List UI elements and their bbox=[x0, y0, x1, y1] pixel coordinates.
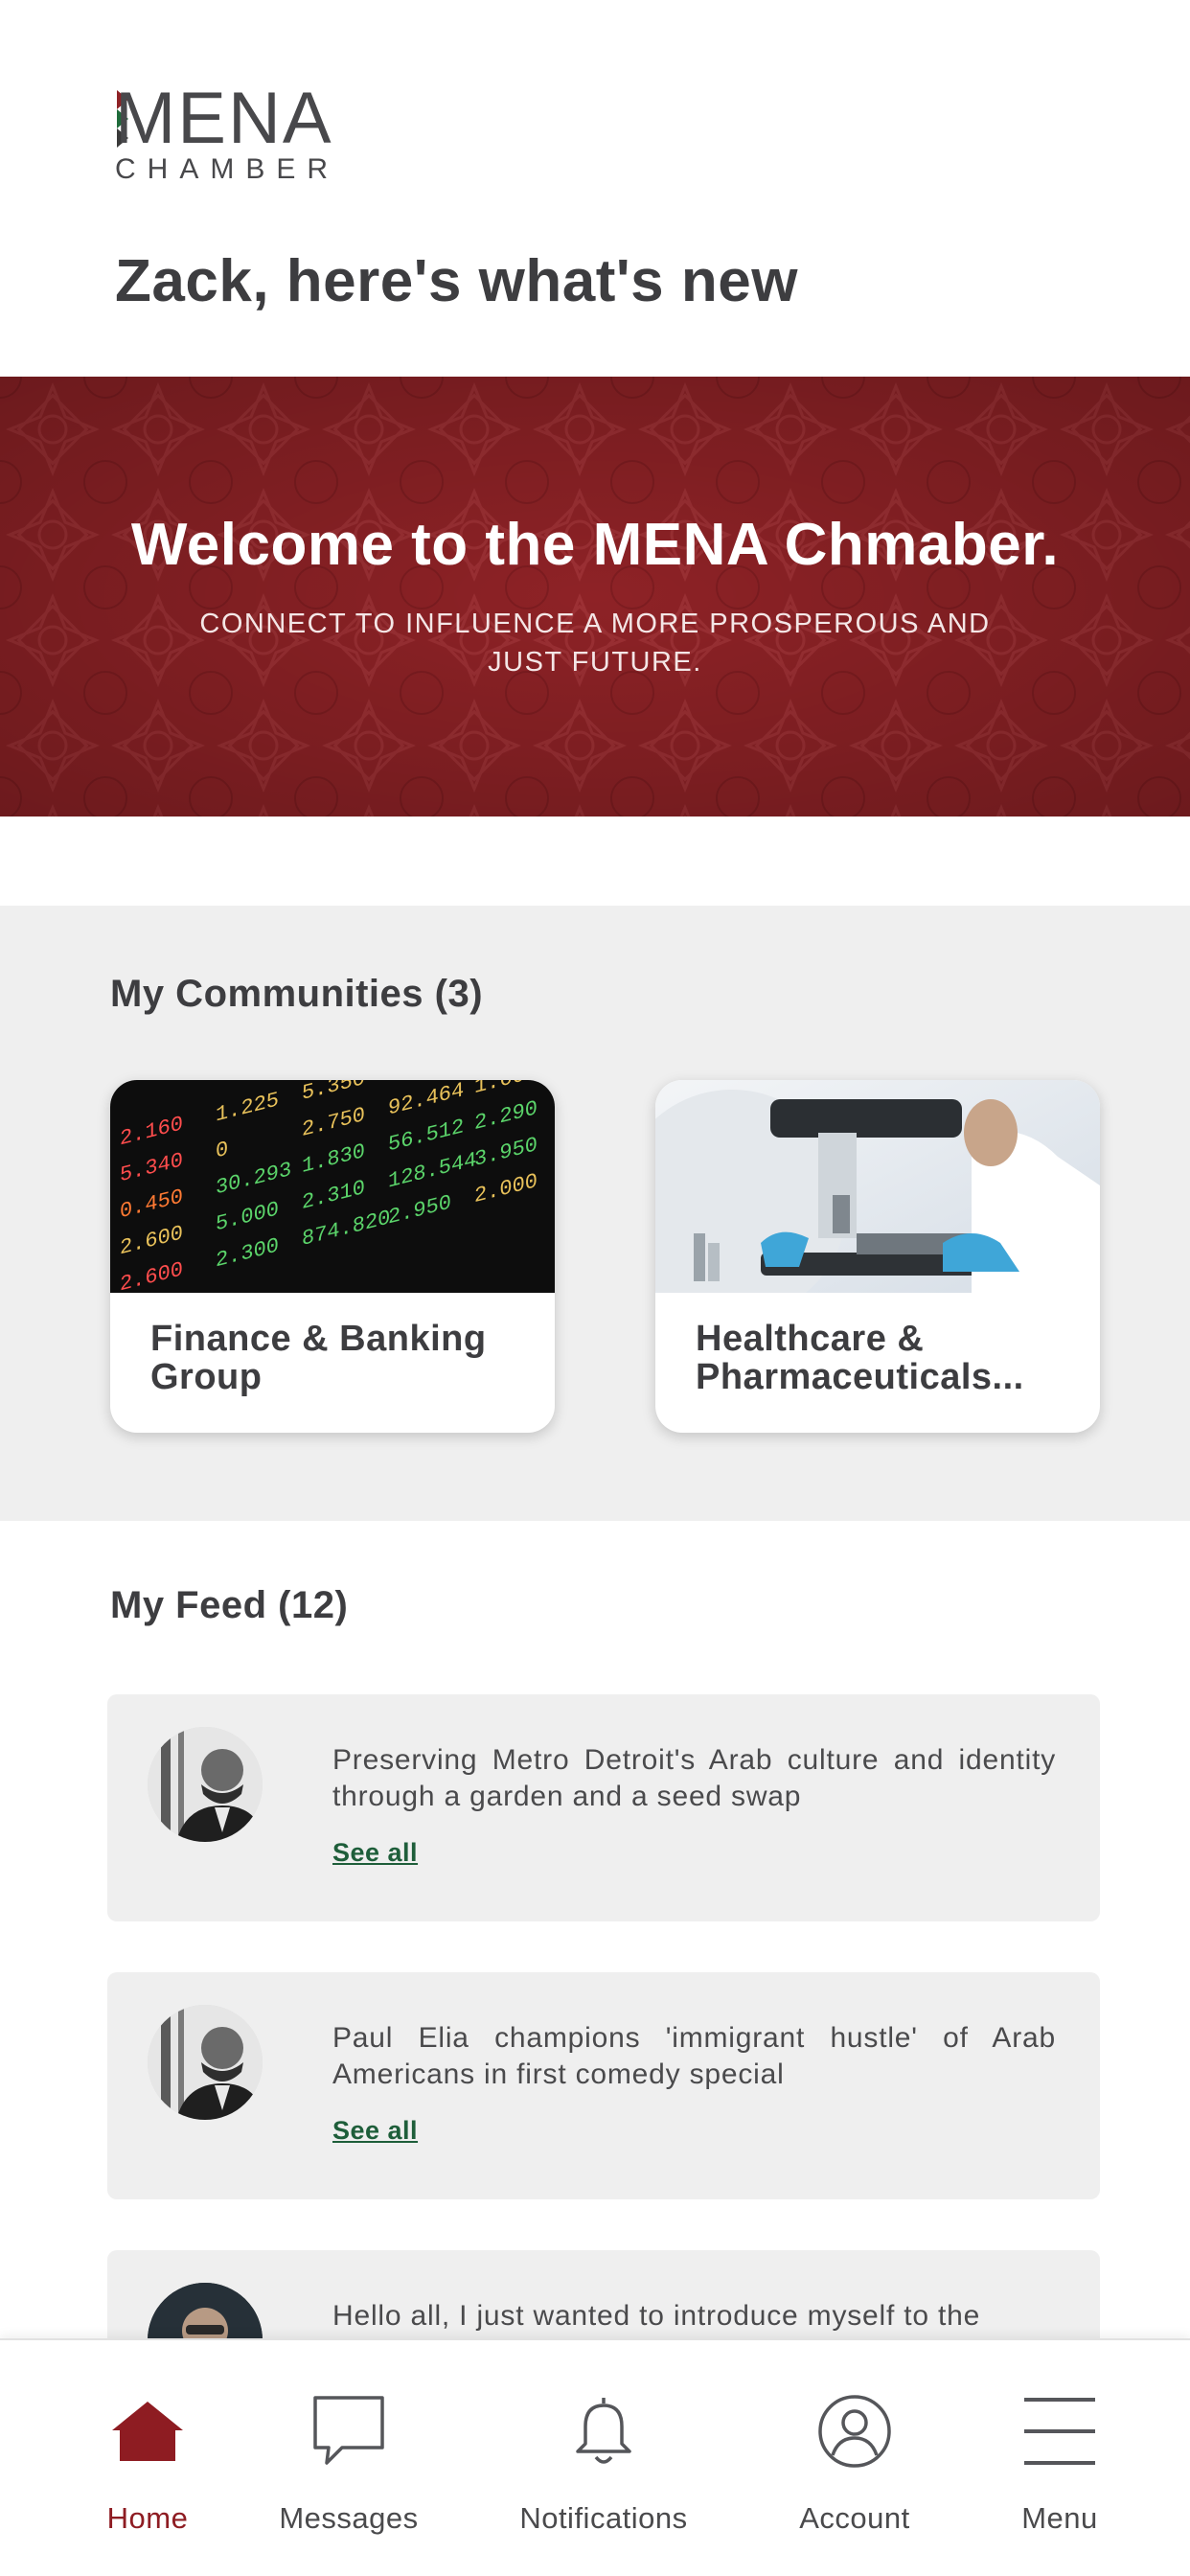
banner-title: Welcome to the MENA Chmaber. bbox=[130, 512, 1060, 578]
communities-section: My Communities (3) 2.1601.2255.3500.4102… bbox=[0, 906, 1190, 1521]
feed-item-text: Hello all, I just wanted to introduce my… bbox=[332, 2300, 981, 2332]
feed-item[interactable]: Preserving Metro Detroit's Arab culture … bbox=[107, 1694, 1100, 1921]
tab-home[interactable]: Home bbox=[71, 2340, 224, 2576]
avatar bbox=[148, 2005, 263, 2120]
see-all-link[interactable]: See all bbox=[332, 2116, 418, 2146]
tab-label: Home bbox=[106, 2501, 189, 2535]
community-card-healthcare[interactable]: Healthcare & Pharmaceuticals... bbox=[655, 1080, 1100, 1433]
tab-messages[interactable]: Messages bbox=[272, 2340, 425, 2576]
banner-pattern bbox=[0, 377, 1190, 816]
tab-notifications[interactable]: Notifications bbox=[508, 2340, 699, 2576]
stock-ticker-image: 2.1601.2255.3500.4102.690 5.34002.75092.… bbox=[110, 1080, 555, 1293]
tab-account[interactable]: Account bbox=[778, 2340, 931, 2576]
tab-label: Menu bbox=[1021, 2501, 1098, 2535]
page-greeting: Zack, here's what's new bbox=[115, 248, 798, 314]
tab-menu[interactable]: Menu bbox=[983, 2340, 1136, 2576]
see-all-link[interactable]: See all bbox=[332, 1838, 418, 1868]
tab-label: Account bbox=[799, 2501, 910, 2535]
mena-chamber-logo: MENA CHAMBER bbox=[113, 80, 362, 192]
user-circle-icon bbox=[813, 2390, 896, 2472]
bottom-tab-bar: Home Messages Notifications Account Menu bbox=[0, 2338, 1190, 2576]
tab-label: Messages bbox=[279, 2501, 419, 2535]
logo-subtitle: CHAMBER bbox=[115, 153, 340, 185]
header: MENA CHAMBER Zack, here's what's new bbox=[0, 0, 1190, 377]
community-label: Finance & Banking Group bbox=[150, 1319, 487, 1397]
feed-item-text: Paul Elia champions 'immigrant hustle' o… bbox=[332, 2022, 1056, 2090]
logo-word: MENA bbox=[115, 78, 333, 159]
community-label: Healthcare & Pharmaceuticals... bbox=[696, 1319, 1024, 1397]
feed-item-text: Preserving Metro Detroit's Arab culture … bbox=[332, 1744, 1056, 1812]
avatar bbox=[148, 1727, 263, 1842]
svg-text:0: 0 bbox=[216, 1137, 228, 1164]
lab-microscope-image bbox=[655, 1080, 1100, 1293]
feed-title: My Feed (12) bbox=[110, 1584, 349, 1626]
chat-bubble-icon bbox=[308, 2390, 390, 2472]
community-card-finance[interactable]: 2.1601.2255.3500.4102.690 5.34002.75092.… bbox=[110, 1080, 555, 1433]
hamburger-menu-icon bbox=[1018, 2390, 1101, 2472]
tab-label: Notifications bbox=[519, 2501, 688, 2535]
feed-item[interactable]: Paul Elia champions 'immigrant hustle' o… bbox=[107, 1972, 1100, 2199]
banner-subtitle: CONNECT TO INFLUENCE A MORE PROSPEROUS A… bbox=[199, 609, 991, 678]
home-icon bbox=[106, 2390, 189, 2472]
welcome-banner: Welcome to the MENA Chmaber. CONNECT TO … bbox=[0, 377, 1190, 816]
bell-icon bbox=[562, 2390, 645, 2472]
communities-title: My Communities (3) bbox=[110, 973, 484, 1015]
